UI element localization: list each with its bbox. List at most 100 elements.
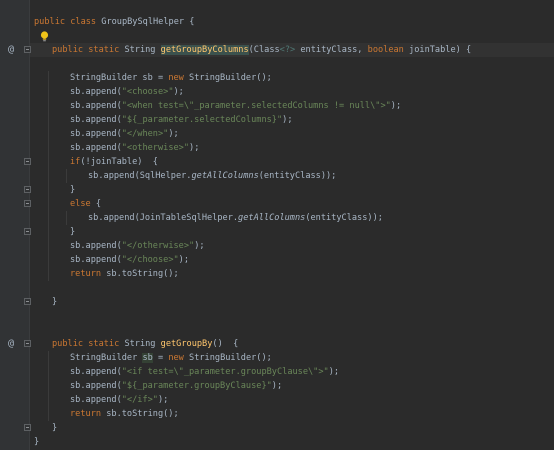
- code-line[interactable]: return sb.toString();: [30, 267, 554, 281]
- code-text: sb.append("${_parameter.selectedColumns}…: [70, 113, 293, 127]
- code-editor[interactable]: public class GroupBySqlHelper {public st…: [30, 0, 554, 450]
- fold-marker-icon[interactable]: [24, 424, 31, 431]
- code-line[interactable]: StringBuilder sb = new StringBuilder();: [30, 351, 554, 365]
- code-text: if(!joinTable) {: [70, 155, 158, 169]
- code-line[interactable]: return sb.toString();: [30, 407, 554, 421]
- fold-marker-icon[interactable]: [24, 186, 31, 193]
- code-token: StringBuilder sb =: [70, 73, 169, 83]
- indent-guide: [48, 253, 49, 267]
- code-token: sb.append(SqlHelper.: [88, 171, 192, 181]
- indent-guide: [48, 113, 49, 127]
- code-text: }: [52, 421, 57, 435]
- code-token: "${_parameter.groupByClause}": [121, 381, 272, 391]
- code-token: GroupBySqlHelper {: [101, 17, 195, 27]
- code-line[interactable]: sb.append(JoinTableSqlHelper.getAllColum…: [30, 211, 554, 225]
- code-token: sb.append(: [70, 115, 122, 125]
- code-token: return: [70, 409, 107, 419]
- code-line[interactable]: [30, 323, 554, 337]
- code-token: sb: [142, 353, 153, 363]
- code-token: );: [282, 115, 293, 125]
- code-token: StringBuilder();: [189, 73, 272, 83]
- code-line[interactable]: }: [30, 225, 554, 239]
- code-token: sb.append(: [70, 367, 122, 377]
- code-token: getGroupBy: [160, 339, 213, 349]
- code-text: sb.append("</choose>");: [70, 253, 189, 267]
- lightbulb-icon[interactable]: [40, 31, 49, 42]
- code-text: }: [70, 183, 75, 197]
- code-token: public: [34, 17, 71, 27]
- code-line[interactable]: }: [30, 183, 554, 197]
- code-line[interactable]: }: [30, 421, 554, 435]
- code-token: sb.append(: [70, 381, 122, 391]
- code-text: sb.append(JoinTableSqlHelper.getAllColum…: [88, 211, 383, 225]
- fold-marker-icon[interactable]: [24, 46, 31, 53]
- code-token: static: [88, 45, 125, 55]
- code-text: }: [34, 435, 39, 449]
- fold-marker-icon[interactable]: [24, 298, 31, 305]
- code-line[interactable]: StringBuilder sb = new StringBuilder();: [30, 71, 554, 85]
- code-line[interactable]: sb.append("</otherwise>");: [30, 239, 554, 253]
- code-line[interactable]: else {: [30, 197, 554, 211]
- code-line[interactable]: sb.append("${_parameter.selectedColumns}…: [30, 113, 554, 127]
- code-line[interactable]: sb.append("${_parameter.groupByClause}")…: [30, 379, 554, 393]
- code-token: boolean: [367, 45, 410, 55]
- code-token: public: [52, 339, 89, 349]
- code-token: "</choose>": [121, 255, 179, 265]
- code-token: getAllColumns: [238, 213, 306, 223]
- code-line[interactable]: sb.append("</if>");: [30, 393, 554, 407]
- code-text: }: [70, 225, 75, 239]
- code-line[interactable]: sb.append("<otherwise>");: [30, 141, 554, 155]
- code-token: }: [70, 185, 76, 195]
- code-line[interactable]: }: [30, 295, 554, 309]
- code-line[interactable]: sb.append("<when test=\"_parameter.selec…: [30, 99, 554, 113]
- fold-marker-icon[interactable]: [24, 158, 31, 165]
- code-token: sb.append(: [70, 129, 122, 139]
- fold-marker-icon[interactable]: [24, 340, 31, 347]
- code-text: else {: [70, 197, 101, 211]
- code-token: String: [124, 45, 161, 55]
- code-text: sb.append("${_parameter.groupByClause}")…: [70, 379, 282, 393]
- fold-marker-icon[interactable]: [24, 200, 31, 207]
- indent-guide: [48, 267, 49, 281]
- code-line[interactable]: [30, 281, 554, 295]
- fold-marker-icon[interactable]: [24, 228, 31, 235]
- code-token: );: [189, 143, 200, 153]
- code-token: "</when>": [121, 129, 169, 139]
- code-token: );: [328, 367, 340, 377]
- code-line[interactable]: }: [30, 435, 554, 449]
- code-token: sb.append(: [70, 143, 122, 153]
- code-token: sb.append(JoinTableSqlHelper.: [88, 213, 239, 223]
- code-line[interactable]: public static String getGroupByColumns(C…: [30, 43, 554, 57]
- code-line[interactable]: [30, 309, 554, 323]
- code-token: joinTable) {: [409, 45, 472, 55]
- code-line[interactable]: [30, 57, 554, 71]
- code-line[interactable]: sb.append("</choose>");: [30, 253, 554, 267]
- indent-guide: [48, 211, 49, 225]
- code-line[interactable]: sb.append(SqlHelper.getAllColumns(entity…: [30, 169, 554, 183]
- code-token: sb.append(: [70, 255, 122, 265]
- code-line[interactable]: [30, 29, 554, 43]
- code-token: "</otherwise>": [121, 241, 195, 251]
- code-token: new: [168, 73, 190, 83]
- code-line[interactable]: public class GroupBySqlHelper {: [30, 15, 554, 29]
- code-token: sb.append(: [70, 395, 122, 405]
- code-line[interactable]: sb.append("<choose>");: [30, 85, 554, 99]
- indent-guide: [48, 239, 49, 253]
- code-token: else: [70, 199, 96, 209]
- code-text: }: [52, 295, 57, 309]
- code-token: );: [390, 101, 402, 111]
- code-text: public static String getGroupBy() {: [52, 337, 238, 351]
- code-token: public: [52, 45, 89, 55]
- code-text: public static String getGroupByColumns(C…: [52, 43, 471, 57]
- code-text: return sb.toString();: [70, 267, 179, 281]
- code-token: }: [52, 423, 58, 433]
- code-line[interactable]: public static String getGroupBy() {: [30, 337, 554, 351]
- code-line[interactable]: sb.append("</when>");: [30, 127, 554, 141]
- code-token: sb.toString();: [106, 269, 179, 279]
- code-line[interactable]: if(!joinTable) {: [30, 155, 554, 169]
- override-marker-icon[interactable]: @: [8, 337, 20, 351]
- editor-gutter[interactable]: @ @: [0, 0, 30, 450]
- override-marker-icon[interactable]: @: [8, 43, 20, 57]
- code-line[interactable]: sb.append("<if test=\"_parameter.groupBy…: [30, 365, 554, 379]
- code-text: sb.append("<otherwise>");: [70, 141, 199, 155]
